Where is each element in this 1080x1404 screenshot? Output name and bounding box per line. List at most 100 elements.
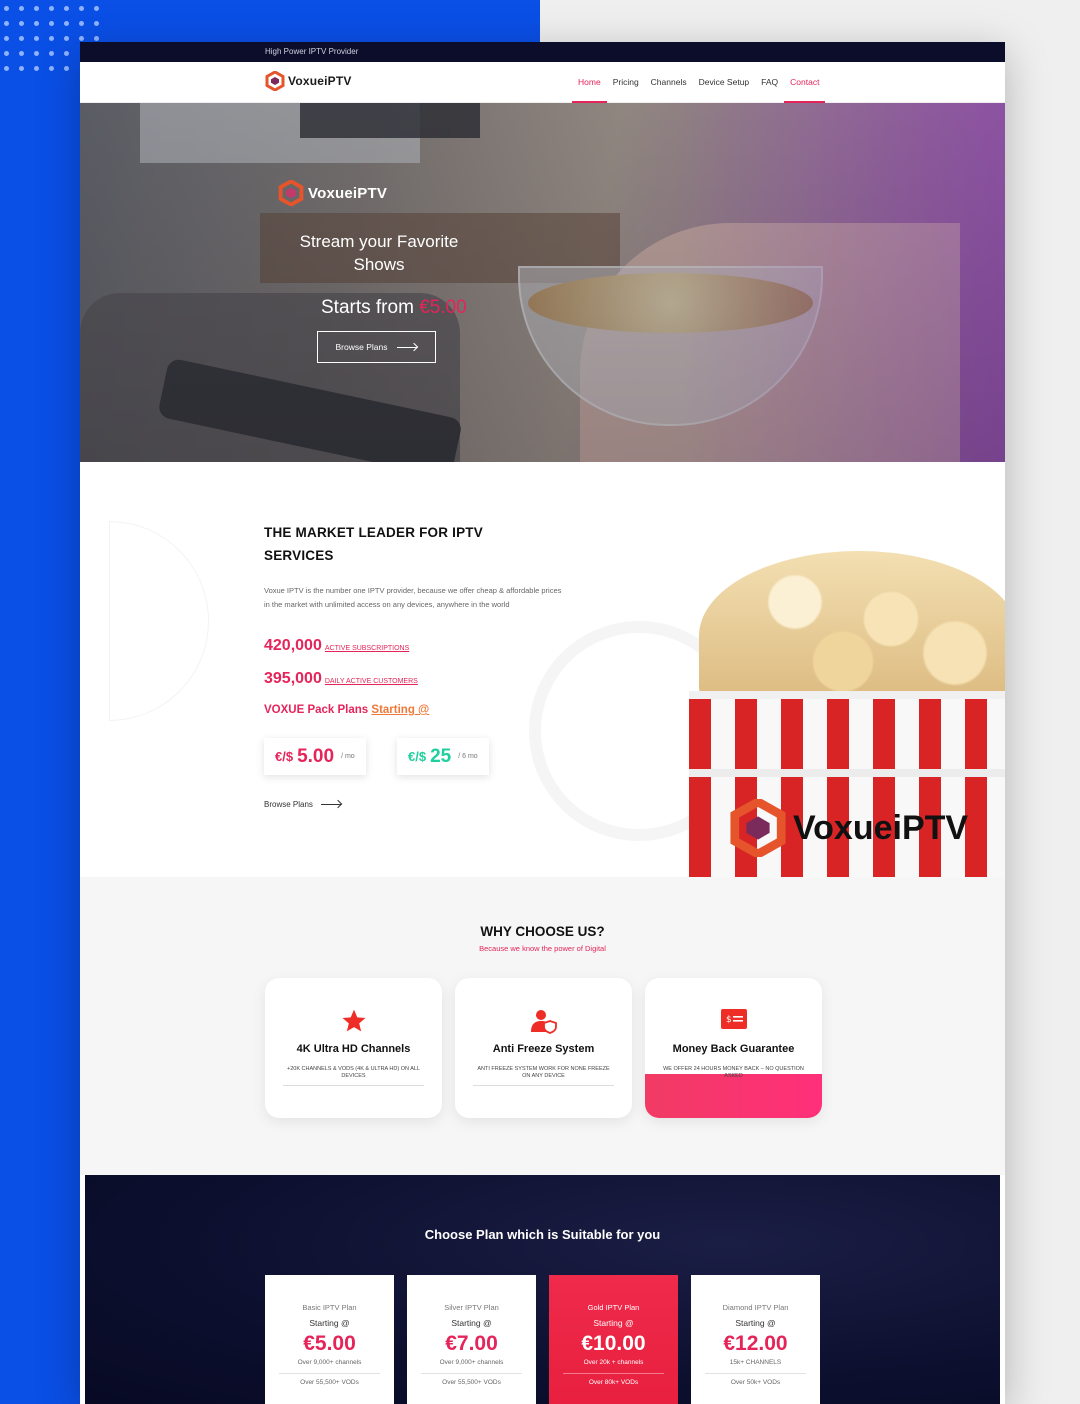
section-description: Voxue IPTV is the number one IPTV provid… — [264, 586, 562, 609]
plan-price: €12.00 — [723, 1332, 788, 1355]
nav-home[interactable]: Home — [572, 62, 607, 103]
feature-title: 4K Ultra HD Channels — [296, 1043, 411, 1055]
plan-divider — [279, 1373, 380, 1374]
plan-channels: 15k+ CHANNELS — [729, 1359, 782, 1366]
stat-value: 395,000 — [264, 670, 322, 687]
feature-description: +20K CHANNELS & VODS (4K & ULTRA HD) ON … — [286, 1066, 420, 1079]
hero-shade — [80, 103, 1005, 462]
decor-dot — [94, 36, 99, 41]
decor-dot — [4, 66, 9, 71]
background-blue-strip — [0, 0, 82, 1404]
decor-dot — [94, 6, 99, 11]
feature-card-highlight — [645, 1074, 822, 1118]
nav-channels[interactable]: Channels — [645, 62, 693, 103]
decor-dot — [4, 36, 9, 41]
tub-stripes: VoxueiPTV — [689, 691, 1005, 877]
browse-plans-label: Browse Plans — [335, 342, 388, 352]
website-mockup: High Power IPTV Provider VoxueiPTV Home … — [80, 42, 1005, 1404]
plan-card-silver[interactable]: Silver IPTV Plan Starting @ €7.00 Over 9… — [407, 1275, 536, 1404]
pack-plans-label: VOXUE Pack Plans — [264, 704, 369, 716]
stat-active-subscriptions: 420,000 ACTIVE SUBSCRIPTIONS — [264, 637, 409, 655]
decor-dot — [49, 51, 54, 56]
plan-channels: Over 9,000+ channels — [297, 1359, 362, 1366]
hero-section: VoxueiPTV Stream your Favorite Shows Sta… — [80, 103, 1005, 462]
plan-price: €7.00 — [445, 1332, 498, 1355]
section-subtitle: Because we know the power of Digital — [479, 944, 606, 953]
logo-hexagon-icon — [730, 799, 786, 857]
hero-price: Starts from €5.00 — [321, 297, 467, 319]
site-logo[interactable]: VoxueiPTV — [265, 71, 352, 91]
price-card-six-month[interactable]: €/$ 25 / 6 mo — [397, 738, 489, 775]
nav-faq[interactable]: FAQ — [755, 62, 784, 103]
feature-card-money-back[interactable]: $ Money Back Guarantee WE OFFER 24 HOURS… — [645, 978, 822, 1118]
decor-dot — [19, 51, 24, 56]
decor-dot — [49, 66, 54, 71]
decor-dot — [34, 6, 39, 11]
film-reel-decoration — [109, 521, 209, 721]
hero-price-prefix: Starts from — [321, 297, 414, 318]
plan-vods: Over 55,500+ VODs — [300, 1379, 359, 1386]
stat-label[interactable]: DAILY ACTIVE CUSTOMERS — [325, 678, 418, 685]
decor-dot — [4, 6, 9, 11]
nav-device-setup[interactable]: Device Setup — [693, 62, 756, 103]
stat-label[interactable]: ACTIVE SUBSCRIPTIONS — [325, 645, 409, 652]
price-card-monthly[interactable]: €/$ 5.00 / mo — [264, 738, 366, 775]
decor-dot — [64, 66, 69, 71]
arrow-right-icon — [320, 804, 341, 805]
feature-title: Money Back Guarantee — [672, 1043, 795, 1055]
feature-description: ANTI FREEZE SYSTEM WORK FOR NONE FREEZE … — [477, 1066, 610, 1079]
popcorn-tub-image: VoxueiPTV — [689, 551, 1005, 877]
nav-pricing[interactable]: Pricing — [607, 62, 645, 103]
nav-contact[interactable]: Contact — [784, 62, 826, 103]
plan-card-gold[interactable]: Gold IPTV Plan Starting @ €10.00 Over 20… — [549, 1275, 678, 1404]
feature-card-4k[interactable]: 4K Ultra HD Channels +20K CHANNELS & VOD… — [265, 978, 442, 1118]
decor-dot — [49, 6, 54, 11]
decor-dot — [64, 21, 69, 26]
plan-card-diamond[interactable]: Diamond IPTV Plan Starting @ €12.00 15k+… — [691, 1275, 820, 1404]
plan-name: Gold IPTV Plan — [587, 1303, 640, 1312]
decor-dot — [19, 66, 24, 71]
decor-dot — [19, 6, 24, 11]
hero-price-value: €5.00 — [419, 297, 467, 318]
plan-card-basic[interactable]: Basic IPTV Plan Starting @ €5.00 Over 9,… — [265, 1275, 394, 1404]
plan-name: Diamond IPTV Plan — [722, 1303, 789, 1312]
plan-name: Silver IPTV Plan — [444, 1303, 499, 1312]
plan-vods: Over 55,500+ VODs — [442, 1379, 501, 1386]
top-bar: High Power IPTV Provider — [80, 42, 1005, 62]
plan-vods: Over 50k+ VODs — [730, 1379, 781, 1386]
navbar: VoxueiPTV Home Pricing Channels Device S… — [80, 62, 1005, 103]
plan-vods: Over 80k+ VODs — [588, 1379, 639, 1386]
star-icon — [342, 1009, 365, 1032]
plan-channels: Over 9,000+ channels — [439, 1359, 504, 1366]
tub-logo: VoxueiPTV — [729, 799, 968, 857]
decor-dot — [49, 36, 54, 41]
decor-dot — [94, 21, 99, 26]
feature-card-anti-freeze[interactable]: Anti Freeze System ANTI FREEZE SYSTEM WO… — [455, 978, 632, 1118]
pack-plans-heading: VOXUE Pack Plans Starting @ — [264, 704, 429, 716]
price-period: / mo — [341, 753, 355, 760]
main-nav: Home Pricing Channels Device Setup FAQ C… — [572, 62, 826, 103]
plan-channels: Over 20k + channels — [583, 1359, 644, 1366]
browse-plans-link[interactable]: Browse Plans — [264, 800, 341, 809]
decor-dot — [79, 6, 84, 11]
plan-divider — [421, 1373, 522, 1374]
user-shield-icon — [530, 1010, 557, 1034]
svg-text:$: $ — [726, 1015, 732, 1025]
pricing-plans-section: Choose Plan which is Suitable for you Ba… — [85, 1175, 1000, 1404]
feature-divider — [473, 1085, 614, 1086]
pack-plans-link[interactable]: Starting @ — [371, 704, 429, 716]
decor-dot — [4, 21, 9, 26]
browse-plans-button[interactable]: Browse Plans — [317, 331, 436, 363]
price-currency: €/$ — [275, 749, 294, 764]
hero-logo-text: VoxueiPTV — [308, 184, 388, 202]
plan-price: €5.00 — [303, 1332, 356, 1355]
why-choose-us-section: WHY CHOOSE US? Because we know the power… — [80, 877, 1005, 1175]
price-currency: €/$ — [408, 749, 427, 764]
feature-icon — [265, 1008, 442, 1034]
market-leader-section: THE MARKET LEADER FOR IPTV SERVICES Voxu… — [109, 521, 1005, 877]
section-title: Choose Plan which is Suitable for you — [424, 1227, 661, 1242]
decor-dot — [19, 36, 24, 41]
feature-description: WE OFFER 24 HOURS MONEY BACK – NO QUESTI… — [663, 1066, 804, 1079]
section-title: WHY CHOOSE US? — [480, 924, 605, 939]
browse-plans-label: Browse Plans — [264, 800, 313, 809]
